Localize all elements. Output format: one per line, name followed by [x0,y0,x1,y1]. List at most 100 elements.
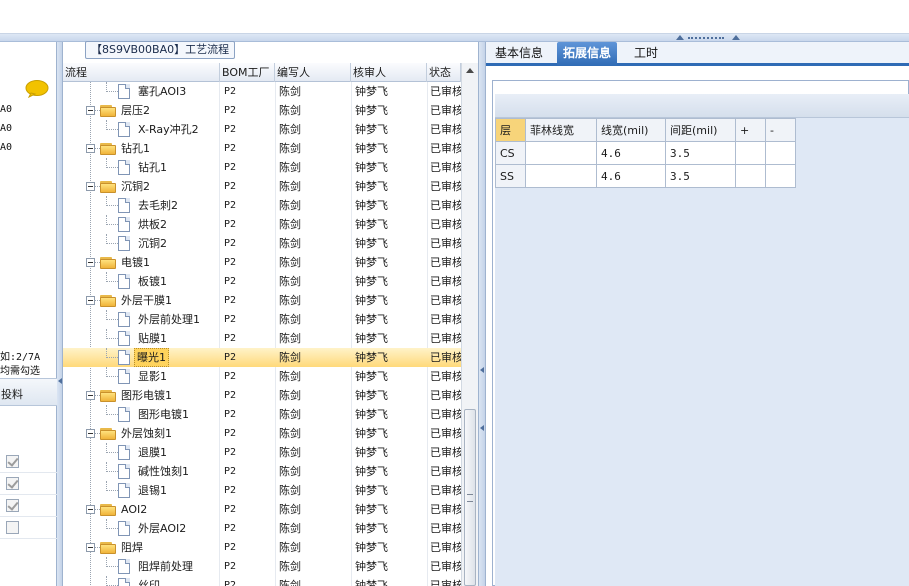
tree-row[interactable]: 电镀1 P2 陈剑 钟梦飞 已审核 [63,253,461,272]
writer-cell[interactable]: 陈剑 [279,82,349,101]
status-cell[interactable]: 已审核 [430,329,461,348]
tree-node-label[interactable]: 烘板2 [138,215,167,234]
reviewer-cell[interactable]: 钟梦飞 [355,386,425,405]
tree-node[interactable]: 外层AOI2 [63,519,217,538]
reviewer-cell[interactable]: 钟梦飞 [355,405,425,424]
reviewer-cell[interactable]: 钟梦飞 [355,196,425,215]
tree-row[interactable]: X-Ray冲孔2 P2 陈剑 钟梦飞 已审核 [63,120,461,139]
tree-row[interactable]: 外层AOI2 P2 陈剑 钟梦飞 已审核 [63,519,461,538]
reviewer-cell[interactable]: 钟梦飞 [355,424,425,443]
minus-cell[interactable] [765,164,796,188]
bom-factory-cell[interactable]: P2 [224,234,274,253]
writer-cell[interactable]: 陈剑 [279,101,349,120]
tree-node-label[interactable]: 钻孔1 [121,139,150,158]
bom-factory-cell[interactable]: P2 [224,367,274,386]
spacing-header[interactable]: 间距(mil) [665,118,736,142]
tree-node[interactable]: 塞孔AOI3 [63,82,217,101]
status-cell[interactable]: 已审核 [430,557,461,576]
feed-grid-header[interactable]: 投料 [0,378,57,406]
collapse-left-icon[interactable] [480,367,484,373]
tree-node-label[interactable]: 电镀1 [121,253,150,272]
tree-node[interactable]: 外层干膜1 [63,291,217,310]
expander-minus-icon[interactable] [86,391,95,400]
tree-row[interactable]: 沉铜2 P2 陈剑 钟梦飞 已审核 [63,177,461,196]
writer-cell[interactable]: 陈剑 [279,538,349,557]
bom-factory-cell[interactable]: P2 [224,120,274,139]
tree-node-label[interactable]: 阻焊 [121,538,143,557]
bom-factory-cell[interactable]: P2 [224,462,274,481]
minus-cell[interactable] [765,141,796,165]
tree-node-label[interactable]: 去毛刺2 [138,196,178,215]
tree-node-label[interactable]: 阻焊前处理 [138,557,193,576]
feed-column-header[interactable]: 投料 [1,386,23,402]
reviewer-cell[interactable]: 钟梦飞 [355,443,425,462]
tree-node[interactable]: 阻焊 [63,538,217,557]
status-cell[interactable]: 已审核 [430,367,461,386]
status-cell[interactable]: 已审核 [430,158,461,177]
tree-node[interactable]: 阻焊前处理 [63,557,217,576]
layer-row[interactable]: CS 4.6 3.5 [495,141,796,165]
tree-row[interactable]: 外层干膜1 P2 陈剑 钟梦飞 已审核 [63,291,461,310]
writer-cell[interactable]: 陈剑 [279,329,349,348]
column-header-bom[interactable]: BOM工厂 [220,63,275,82]
writer-cell[interactable]: 陈剑 [279,120,349,139]
tree-node-label[interactable]: 层压2 [121,101,150,120]
tree-row[interactable]: 阻焊 P2 陈剑 钟梦飞 已审核 [63,538,461,557]
status-cell[interactable]: 已审核 [430,82,461,101]
writer-cell[interactable]: 陈剑 [279,310,349,329]
minus-header[interactable]: - [765,118,796,142]
plus-cell[interactable] [735,164,766,188]
writer-cell[interactable]: 陈剑 [279,272,349,291]
tab-basic-info[interactable]: 基本信息 [489,42,549,66]
tree-node[interactable]: 电镀1 [63,253,217,272]
feed-checkbox[interactable] [6,521,19,534]
reviewer-cell[interactable]: 钟梦飞 [355,519,425,538]
status-cell[interactable]: 已审核 [430,196,461,215]
tree-node[interactable]: 图形电镀1 [63,386,217,405]
reviewer-cell[interactable]: 钟梦飞 [355,329,425,348]
column-header-writer[interactable]: 编写人 [275,63,351,82]
status-cell[interactable]: 已审核 [430,101,461,120]
status-cell[interactable]: 已审核 [430,386,461,405]
line-width-header[interactable]: 线宽(mil) [596,118,666,142]
tree-node-label[interactable]: 外层AOI2 [138,519,186,538]
tree-scrollbar[interactable] [461,63,478,586]
tree-node[interactable]: 沉铜2 [63,177,217,196]
status-cell[interactable]: 已审核 [430,405,461,424]
tree-node[interactable]: 显影1 [63,367,217,386]
status-cell[interactable]: 已审核 [430,462,461,481]
writer-cell[interactable]: 陈剑 [279,557,349,576]
tree-row[interactable]: 阻焊前处理 P2 陈剑 钟梦飞 已审核 [63,557,461,576]
reviewer-cell[interactable]: 钟梦飞 [355,234,425,253]
collapse-left-icon[interactable] [480,425,484,431]
collapse-up-icon[interactable] [676,35,684,40]
tree-node-label[interactable]: 退膜1 [138,443,167,462]
bom-factory-cell[interactable]: P2 [224,158,274,177]
tree-node-label[interactable]: 塞孔AOI3 [138,82,186,101]
tree-node[interactable]: 沉铜2 [63,234,217,253]
collapse-left-icon[interactable] [58,378,62,384]
reviewer-cell[interactable]: 钟梦飞 [355,481,425,500]
tree-node[interactable]: AOI2 [63,500,217,519]
reviewer-cell[interactable]: 钟梦飞 [355,367,425,386]
bom-factory-cell[interactable]: P2 [224,424,274,443]
tree-row[interactable]: 退膜1 P2 陈剑 钟梦飞 已审核 [63,443,461,462]
tree-row[interactable]: 图形电镀1 P2 陈剑 钟梦飞 已审核 [63,405,461,424]
writer-cell[interactable]: 陈剑 [279,443,349,462]
tree-row[interactable]: 外层蚀刻1 P2 陈剑 钟梦飞 已审核 [63,424,461,443]
tab-work-hours[interactable]: 工时 [628,42,664,66]
reviewer-cell[interactable]: 钟梦飞 [355,291,425,310]
writer-cell[interactable]: 陈剑 [279,234,349,253]
tree-node-label[interactable]: 贴膜1 [138,329,167,348]
reviewer-cell[interactable]: 钟梦飞 [355,139,425,158]
tree-node-label[interactable]: 外层前处理1 [138,310,200,329]
reviewer-cell[interactable]: 钟梦飞 [355,101,425,120]
film-width-header[interactable]: 菲林线宽 [525,118,597,142]
status-cell[interactable]: 已审核 [430,139,461,158]
tree-row[interactable]: 碱性蚀刻1 P2 陈剑 钟梦飞 已审核 [63,462,461,481]
writer-cell[interactable]: 陈剑 [279,196,349,215]
status-cell[interactable]: 已审核 [430,443,461,462]
bom-factory-cell[interactable]: P2 [224,329,274,348]
status-cell[interactable]: 已审核 [430,538,461,557]
plus-header[interactable]: + [735,118,766,142]
